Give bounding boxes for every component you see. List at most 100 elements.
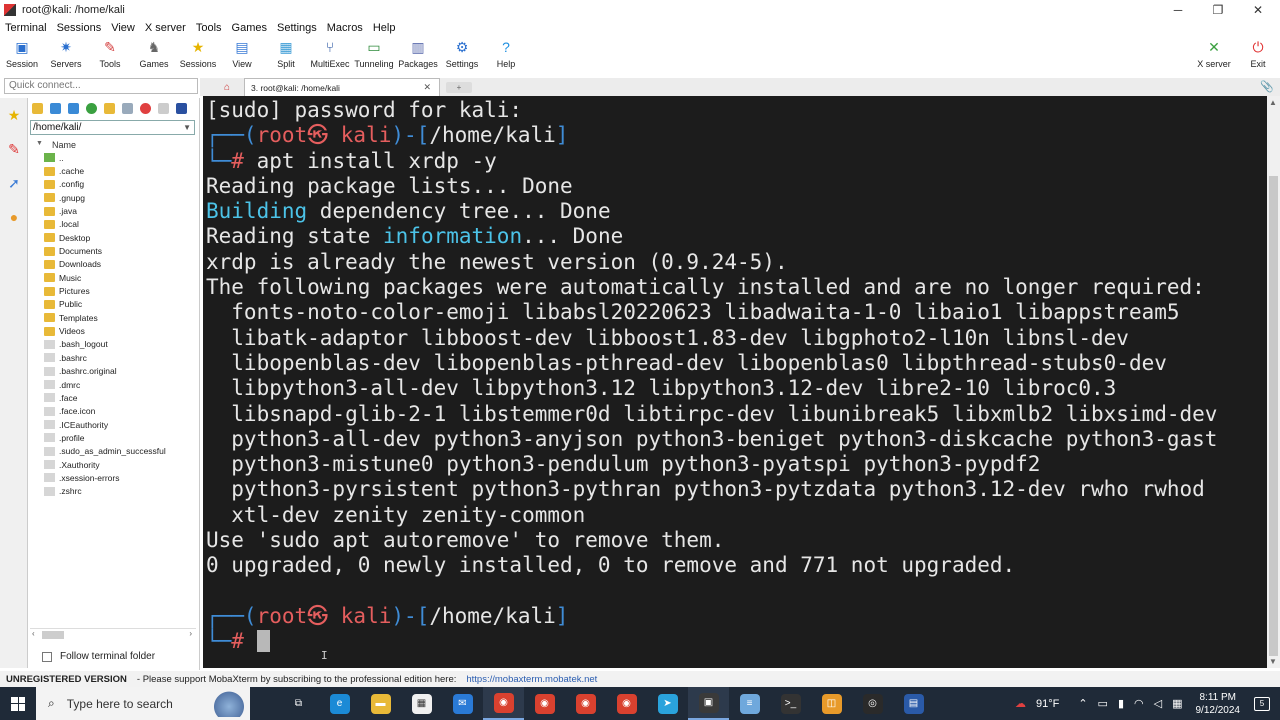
- toolbar-x-server-button[interactable]: ✕ X server: [1192, 36, 1236, 72]
- file-list-item[interactable]: Pictures: [28, 284, 199, 297]
- toolbar-help-button[interactable]: ? Help: [484, 36, 528, 72]
- file-list-item[interactable]: .face: [28, 391, 199, 404]
- weather-temp[interactable]: 91°F: [1036, 698, 1059, 710]
- upload-icon[interactable]: [68, 102, 79, 114]
- follow-checkbox[interactable]: [42, 651, 52, 662]
- start-button[interactable]: [0, 687, 36, 720]
- weather-icon[interactable]: ☁: [1015, 697, 1026, 710]
- menu-games[interactable]: Games: [227, 22, 272, 34]
- file-list-item[interactable]: .bashrc: [28, 351, 199, 364]
- close-button[interactable]: ✕: [1238, 0, 1278, 20]
- file-list-item[interactable]: Music: [28, 271, 199, 284]
- sidebar-tab-sessions[interactable]: ★: [0, 98, 28, 132]
- taskbar-app[interactable]: ◉: [524, 687, 565, 720]
- sidebar-tab-tools[interactable]: ✎: [0, 132, 28, 166]
- close-tab-icon[interactable]: ✕: [423, 82, 431, 93]
- menu-help[interactable]: Help: [368, 22, 401, 34]
- toolbar-sessions-button[interactable]: ★ Sessions: [176, 36, 220, 72]
- toolbar-exit-button[interactable]: ⏻ Exit: [1236, 36, 1280, 72]
- path-field[interactable]: /home/kali/ ▼: [30, 120, 195, 135]
- menu-sessions[interactable]: Sessions: [52, 22, 107, 34]
- toolbar-games-button[interactable]: ♞ Games: [132, 36, 176, 72]
- file-list-item[interactable]: ..: [28, 151, 199, 164]
- menu-settings[interactable]: Settings: [272, 22, 322, 34]
- file-list-item[interactable]: Desktop: [28, 231, 199, 244]
- taskbar-app[interactable]: ◫: [811, 687, 852, 720]
- battery-icon[interactable]: ▮: [1118, 697, 1124, 710]
- taskbar-app[interactable]: ➤: [647, 687, 688, 720]
- wifi-icon[interactable]: ◠: [1134, 697, 1144, 710]
- sidebar-tab-macros[interactable]: ➚: [0, 166, 28, 200]
- scrollbar-thumb[interactable]: [1269, 176, 1278, 656]
- download-icon[interactable]: [50, 102, 61, 114]
- file-list-item[interactable]: .Xauthority: [28, 458, 199, 471]
- column-header-name[interactable]: ▼ Name: [28, 135, 199, 151]
- home-tab[interactable]: ⌂: [212, 78, 242, 96]
- taskbar-app[interactable]: ⧉: [278, 687, 319, 720]
- follow-terminal-folder[interactable]: Follow terminal folder: [42, 651, 155, 662]
- taskbar-app[interactable]: ▦: [401, 687, 442, 720]
- toolbar-tools-button[interactable]: ✎ Tools: [88, 36, 132, 72]
- file-list-item[interactable]: .face.icon: [28, 405, 199, 418]
- taskbar-app[interactable]: ◉: [565, 687, 606, 720]
- text-mode-icon[interactable]: [158, 102, 169, 114]
- file-list-item[interactable]: .config: [28, 178, 199, 191]
- taskbar-app[interactable]: ◉: [483, 687, 524, 720]
- horizontal-scrollbar[interactable]: ‹ ›: [30, 628, 196, 640]
- taskbar-app[interactable]: ◎: [852, 687, 893, 720]
- file-list-item[interactable]: Videos: [28, 324, 199, 337]
- mobaxterm-link[interactable]: https://mobaxterm.mobatek.net: [466, 674, 597, 685]
- file-list-item[interactable]: .bash_logout: [28, 338, 199, 351]
- file-list-item[interactable]: .bashrc.original: [28, 365, 199, 378]
- file-list-item[interactable]: .sudo_as_admin_successful: [28, 445, 199, 458]
- toolbar-split-button[interactable]: ▦ Split: [264, 36, 308, 72]
- volume-icon[interactable]: ◁: [1154, 697, 1162, 710]
- hidden-files-icon[interactable]: [176, 102, 187, 114]
- delete-icon[interactable]: [140, 102, 151, 114]
- file-list-item[interactable]: Downloads: [28, 258, 199, 271]
- taskbar-app[interactable]: ▬: [360, 687, 401, 720]
- taskbar-app[interactable]: e: [319, 687, 360, 720]
- maximize-button[interactable]: ❐: [1198, 0, 1238, 20]
- file-list-item[interactable]: .gnupg: [28, 191, 199, 204]
- scrollbar-thumb[interactable]: [42, 631, 64, 639]
- taskbar-app[interactable]: ▣: [688, 687, 729, 720]
- file-list-item[interactable]: .local: [28, 218, 199, 231]
- toolbar-tunneling-button[interactable]: ▭ Tunneling: [352, 36, 396, 72]
- quick-connect-input[interactable]: Quick connect...: [4, 78, 198, 94]
- file-list-item[interactable]: .profile: [28, 431, 199, 444]
- taskbar-clock[interactable]: 8:11 PM 9/12/2024: [1196, 691, 1241, 717]
- menu-tools[interactable]: Tools: [191, 22, 227, 34]
- menu-terminal[interactable]: Terminal: [0, 22, 52, 34]
- file-list-item[interactable]: Documents: [28, 244, 199, 257]
- notification-button[interactable]: 5: [1254, 696, 1270, 711]
- file-list-item[interactable]: .ICEauthority: [28, 418, 199, 431]
- taskbar-search[interactable]: ⌕ Type here to search: [36, 687, 250, 720]
- new-file-icon[interactable]: [122, 102, 133, 114]
- refresh-icon[interactable]: [86, 102, 97, 114]
- toolbar-settings-button[interactable]: ⚙ Settings: [440, 36, 484, 72]
- sidebar-tab-sftp[interactable]: ●: [0, 200, 28, 234]
- menu-view[interactable]: View: [106, 22, 140, 34]
- taskbar-app[interactable]: >_: [770, 687, 811, 720]
- menu-macros[interactable]: Macros: [322, 22, 368, 34]
- parent-folder-icon[interactable]: [32, 102, 43, 114]
- menu-x-server[interactable]: X server: [140, 22, 191, 34]
- toolbar-servers-button[interactable]: ✷ Servers: [44, 36, 88, 72]
- terminal-scrollbar[interactable]: ▲ ▼: [1267, 96, 1280, 668]
- toolbar-packages-button[interactable]: ▥ Packages: [396, 36, 440, 72]
- toolbar-session-button[interactable]: ▣ Session: [0, 36, 44, 72]
- taskbar-app[interactable]: ✉: [442, 687, 483, 720]
- toolbar-multiexec-button[interactable]: ⑂ MultiExec: [308, 36, 352, 72]
- file-list-item[interactable]: .java: [28, 204, 199, 217]
- new-tab-button[interactable]: +: [446, 82, 472, 93]
- file-list-item[interactable]: .zshrc: [28, 485, 199, 498]
- taskbar-app[interactable]: ◉: [606, 687, 647, 720]
- keyboard-icon[interactable]: ▦: [1172, 697, 1182, 710]
- tray-app-icon[interactable]: ▭: [1098, 697, 1108, 710]
- scroll-down-icon[interactable]: ▼: [1269, 657, 1277, 666]
- file-list-item[interactable]: .dmrc: [28, 378, 199, 391]
- file-list-item[interactable]: .cache: [28, 164, 199, 177]
- file-list-item[interactable]: Templates: [28, 311, 199, 324]
- file-list-item[interactable]: .xsession-errors: [28, 471, 199, 484]
